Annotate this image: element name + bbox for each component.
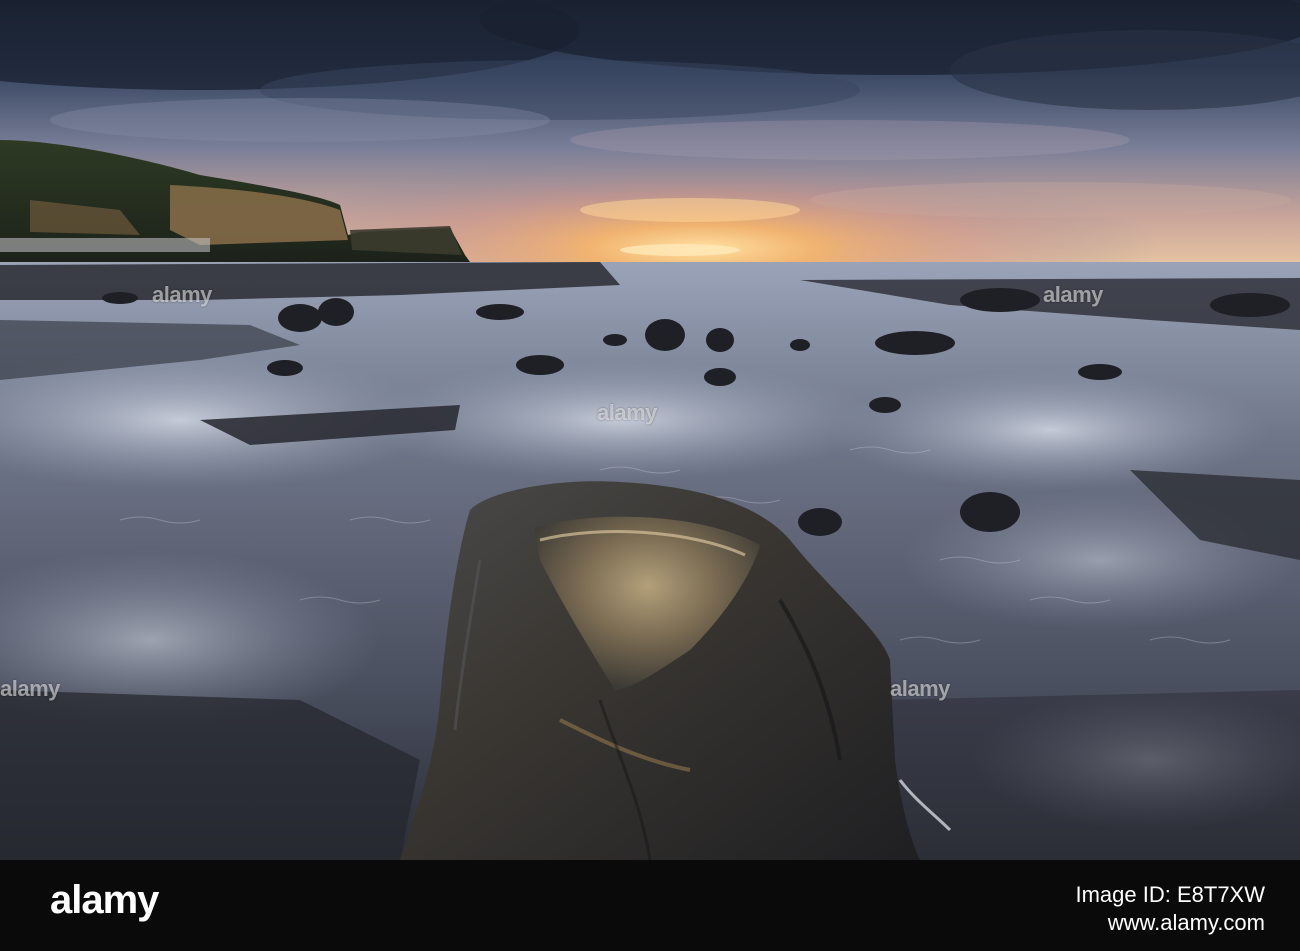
watermark-text: alamy — [0, 676, 60, 701]
image-id: Image ID: E8T7XW — [1075, 882, 1265, 907]
stock-photo: alamy alamy alamy alamy alamy alamy Imag… — [0, 0, 1300, 951]
watermark-text: alamy — [597, 400, 657, 425]
brand-logo: alamy — [50, 878, 159, 922]
site-url: www.alamy.com — [1107, 910, 1265, 935]
image-id-block: Image ID: E8T7XW www.alamy.com — [1075, 881, 1265, 937]
watermark-text: alamy — [1043, 282, 1103, 307]
coastal-sunset-photo — [0, 0, 1300, 860]
landscape-illustration — [0, 0, 1300, 860]
watermark-text: alamy — [890, 676, 950, 701]
watermark-text: alamy — [152, 282, 212, 307]
